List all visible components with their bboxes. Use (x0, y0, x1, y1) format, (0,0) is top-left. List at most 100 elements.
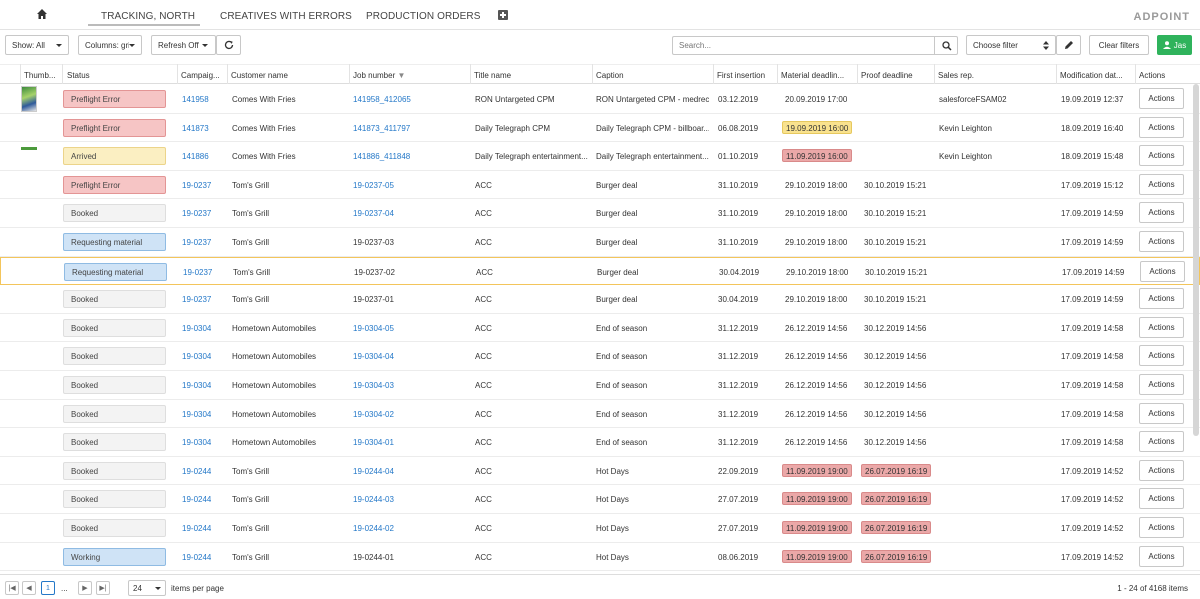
campaign-link[interactable]: 141958 (182, 95, 209, 104)
actions-button[interactable]: Actions (1139, 374, 1184, 395)
table-row[interactable]: Booked 19-0244 Tom's Grill 19-0244-02 ACC Hot… (0, 514, 1200, 543)
campaign-link[interactable]: 141886 (182, 152, 209, 161)
search-input[interactable] (672, 36, 934, 55)
col-proof-deadline[interactable]: Proof deadline (861, 71, 913, 80)
campaign-link[interactable]: 19-0244 (182, 524, 211, 533)
col-title-name[interactable]: Title name (474, 71, 511, 80)
column-divider[interactable] (349, 64, 350, 84)
col-modification-date[interactable]: Modification dat... (1060, 71, 1123, 80)
campaign-link[interactable]: 19-0304 (182, 352, 211, 361)
actions-button[interactable]: Actions (1139, 288, 1184, 310)
col-status[interactable]: Status (67, 71, 90, 80)
table-row[interactable]: Booked 19-0244 Tom's Grill 19-0244-03 ACC Hot… (0, 485, 1200, 514)
campaign-link[interactable]: 19-0244 (182, 553, 211, 562)
col-campaign[interactable]: Campaig... (181, 71, 220, 80)
job-number[interactable]: 19-0237-04 (353, 209, 394, 218)
vertical-scrollbar[interactable] (1193, 84, 1199, 436)
col-customer-name[interactable]: Customer name (231, 71, 288, 80)
column-divider[interactable] (1056, 64, 1057, 84)
job-number[interactable]: 19-0244-04 (353, 467, 394, 476)
tab-production-orders[interactable]: PRODUCTION ORDERS (366, 11, 480, 22)
col-first-insertion[interactable]: First insertion (717, 71, 765, 80)
table-row[interactable]: Booked 19-0304 Hometown Automobiles 19-0304… (0, 342, 1200, 371)
table-row[interactable]: Booked 19-0304 Hometown Automobiles 19-0304… (0, 400, 1200, 429)
campaign-link[interactable]: 19-0237 (182, 181, 211, 190)
actions-button[interactable]: Actions (1139, 459, 1184, 481)
tab-creatives-with-errors[interactable]: CREATIVES WITH ERRORS (220, 11, 352, 22)
column-divider[interactable] (777, 64, 778, 84)
thumbnail-image[interactable] (21, 147, 37, 151)
column-divider[interactable] (62, 64, 63, 84)
actions-button[interactable]: Actions (1139, 116, 1184, 138)
actions-button[interactable]: Actions (1139, 88, 1184, 109)
column-divider[interactable] (227, 64, 228, 84)
column-divider[interactable] (592, 64, 593, 84)
column-divider[interactable] (1135, 64, 1136, 84)
campaign-link[interactable]: 141873 (182, 124, 209, 133)
edit-filter-button[interactable] (1056, 35, 1081, 55)
job-number[interactable]: 19-0304-01 (353, 438, 394, 447)
table-row[interactable]: Booked 19-0304 Hometown Automobiles 19-0304… (0, 314, 1200, 343)
first-page-button[interactable]: |◀ (5, 581, 19, 595)
table-row[interactable]: Preflight Error 141958 Comes With Fries 141… (0, 85, 1200, 114)
actions-button[interactable]: Actions (1139, 545, 1184, 567)
table-row[interactable]: Preflight Error 19-0237 Tom's Grill 19-0237… (0, 171, 1200, 200)
table-row[interactable]: Arrived 141886 Comes With Fries 141886_4118… (0, 142, 1200, 171)
actions-button[interactable]: Actions (1139, 145, 1184, 167)
page-1-button[interactable]: 1 (41, 581, 55, 595)
home-icon[interactable] (36, 8, 48, 20)
table-row[interactable]: Requesting material 19-0237 Tom's Grill 19-… (0, 256, 1200, 286)
job-number[interactable]: 19-0304-03 (353, 381, 394, 390)
actions-button[interactable]: Actions (1139, 402, 1184, 424)
clear-filters-button[interactable]: Clear filters (1089, 35, 1149, 55)
col-material-deadline[interactable]: Material deadlin... (781, 71, 844, 80)
table-row[interactable]: Booked 19-0304 Hometown Automobiles 19-0304… (0, 371, 1200, 400)
table-row[interactable]: Preflight Error 141873 Comes With Fries 141… (0, 114, 1200, 143)
table-row[interactable]: Booked 19-0237 Tom's Grill 19-0237-04 ACC Bur… (0, 199, 1200, 228)
table-row[interactable]: Booked 19-0304 Hometown Automobiles 19-0304… (0, 428, 1200, 457)
columns-dropdown[interactable]: Columns: grid (78, 35, 142, 55)
job-number[interactable]: 19-0244-02 (353, 524, 394, 533)
actions-button[interactable]: Actions (1139, 202, 1184, 224)
add-tab-icon[interactable] (498, 10, 508, 20)
campaign-link[interactable]: 19-0304 (182, 438, 211, 447)
search-button[interactable] (934, 36, 958, 55)
job-number[interactable]: 141873_411797 (353, 124, 410, 133)
column-divider[interactable] (177, 64, 178, 84)
table-row[interactable]: Booked 19-0237 Tom's Grill 19-0237-01 ACC Bur… (0, 285, 1200, 314)
actions-button[interactable]: Actions (1139, 431, 1184, 453)
col-caption[interactable]: Caption (596, 71, 624, 80)
campaign-link[interactable]: 19-0237 (182, 209, 211, 218)
table-row[interactable]: Working 19-0244 Tom's Grill 19-0244-01 ACC Ho… (0, 543, 1200, 572)
actions-button[interactable]: Actions (1139, 488, 1184, 510)
pagination-ellipsis[interactable]: ... (61, 584, 68, 593)
column-divider[interactable] (713, 64, 714, 84)
campaign-link[interactable]: 19-0237 (182, 238, 211, 247)
campaign-link[interactable]: 19-0304 (182, 410, 211, 419)
campaign-link[interactable]: 19-0304 (182, 381, 211, 390)
campaign-link[interactable]: 19-0244 (182, 495, 211, 504)
thumbnail-image[interactable] (21, 86, 37, 112)
refresh-dropdown[interactable]: Refresh Off (151, 35, 216, 55)
campaign-link[interactable]: 19-0237 (183, 268, 212, 277)
job-number[interactable]: 19-0244-03 (353, 495, 394, 504)
col-job-number[interactable]: Job number ▼ (353, 71, 405, 80)
next-page-button[interactable]: ▶ (78, 581, 92, 595)
job-number[interactable]: 141958_412065 (353, 95, 411, 104)
column-divider[interactable] (470, 64, 471, 84)
actions-button[interactable]: Actions (1139, 345, 1184, 367)
job-number[interactable]: 19-0304-05 (353, 324, 394, 333)
col-thumbnail[interactable]: Thumb... (24, 71, 56, 80)
job-number[interactable]: 141886_411848 (353, 152, 410, 161)
show-dropdown[interactable]: Show: All (5, 35, 69, 55)
actions-button[interactable]: Actions (1139, 231, 1184, 252)
choose-filter-select[interactable]: Choose filter (966, 35, 1056, 55)
job-number[interactable]: 19-0304-02 (353, 410, 394, 419)
column-divider[interactable] (857, 64, 858, 84)
table-row[interactable]: Requesting material 19-0237 Tom's Grill 19-… (0, 228, 1200, 257)
actions-button[interactable]: Actions (1139, 173, 1184, 195)
items-per-page-select[interactable]: 24 (128, 580, 166, 596)
campaign-link[interactable]: 19-0304 (182, 324, 211, 333)
actions-button[interactable]: Actions (1139, 316, 1184, 338)
column-divider[interactable] (934, 64, 935, 84)
